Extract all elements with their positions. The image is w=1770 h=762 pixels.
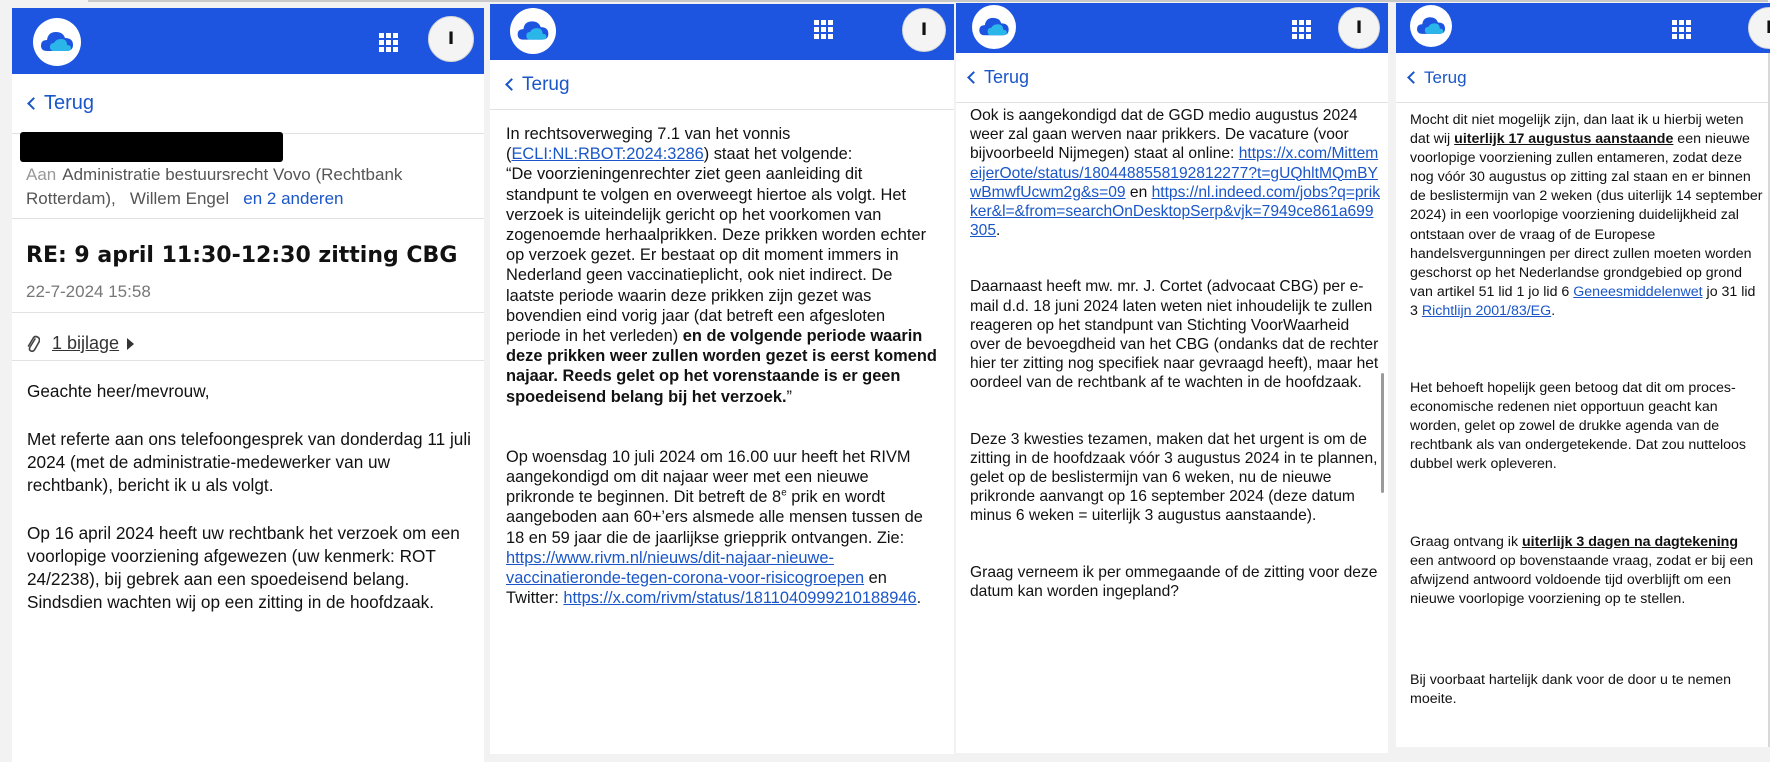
chevron-left-icon — [27, 97, 40, 110]
caret-right-icon — [127, 337, 135, 350]
avatar[interactable]: I — [428, 16, 474, 62]
back-label: Terug — [522, 73, 570, 95]
app-grid-icon[interactable] — [1292, 20, 1311, 39]
app-grid-icon[interactable] — [1672, 20, 1691, 39]
back-button[interactable]: Terug — [490, 60, 954, 110]
more-recipients-link[interactable]: en 2 anderen — [243, 189, 343, 208]
email-date: 22-7-2024 15:58 — [26, 282, 151, 301]
paragraph: Op 16 april 2024 heeft uw rechtbank het … — [27, 523, 460, 612]
paragraph: Mocht dit niet mogelijk zijn, dan laat i… — [1410, 111, 1764, 321]
text: ) staat het volgende: — [703, 145, 853, 164]
app-header: I — [12, 8, 484, 74]
back-button[interactable]: Terug — [956, 53, 1388, 103]
email-panel-2: I Terug In rechtsoverweging 7.1 van het … — [490, 4, 954, 754]
geneesmiddelenwet-link[interactable]: Geneesmiddelenwet — [1573, 284, 1702, 300]
cloud-logo-icon[interactable] — [972, 5, 1016, 49]
app-grid-icon[interactable] — [814, 20, 833, 39]
email-body: Mocht dit niet mogelijk zijn, dan laat i… — [1410, 111, 1764, 709]
text: ” — [786, 387, 793, 406]
quote-text: “De voorzieningenrechter ziet geen aanle… — [506, 165, 927, 346]
paragraph: Deze 3 kwesties tezamen, maken dat het u… — [970, 430, 1378, 525]
paragraph: Graag ontvang ik uiterlijk 3 dagen na da… — [1410, 533, 1764, 609]
scrollbar[interactable] — [1381, 373, 1384, 493]
email-body: In rechtsoverweging 7.1 van het vonnis (… — [506, 124, 938, 608]
back-label: Terug — [984, 67, 1030, 87]
cloud-logo-icon[interactable] — [510, 8, 556, 54]
email-subject: RE: 9 april 11:30-12:30 zitting CBG — [26, 243, 458, 268]
bold-deadline: uiterlijk 17 augustus aanstaande — [1454, 131, 1674, 148]
recipient-list: Aan Administratie bestuursrecht Vovo (Rec… — [26, 163, 476, 211]
cloud-logo-icon[interactable] — [33, 18, 81, 66]
chevron-left-icon — [1407, 71, 1420, 84]
attachment-label: 1 bijlage — [52, 333, 120, 353]
email-body: Ook is aangekondigd dat de GGD medio aug… — [970, 106, 1382, 601]
divider — [12, 360, 484, 361]
text: een antwoord op bovenstaande vraag, zoda… — [1410, 552, 1754, 607]
avatar[interactable]: I — [902, 8, 946, 52]
paperclip-icon — [27, 335, 40, 352]
text: . — [996, 222, 1001, 240]
ecli-link[interactable]: ECLI:NL:RBOT:2024:3286 — [511, 145, 703, 163]
divider — [12, 312, 484, 313]
paragraph: Op woensdag 10 juli 2024 om 16.00 uur he… — [506, 447, 938, 609]
greeting: Geachte heer/mevrouw, — [27, 381, 210, 401]
richtlijn-link[interactable]: Richtlijn 2001/83/EG — [1422, 303, 1551, 319]
app-grid-icon[interactable] — [379, 33, 398, 52]
paragraph: In rechtsoverweging 7.1 van het vonnis (… — [506, 124, 938, 407]
text: en — [1125, 183, 1152, 201]
window-top-border — [88, 0, 1768, 2]
back-button[interactable]: Terug — [12, 74, 484, 134]
paragraph: Ook is aangekondigd dat de GGD medio aug… — [970, 106, 1382, 240]
divider — [12, 218, 484, 219]
cloud-logo-icon[interactable] — [1410, 5, 1452, 47]
app-header: I — [1396, 3, 1770, 53]
text: . — [916, 589, 922, 608]
avatar[interactable]: I — [1748, 7, 1770, 49]
chevron-left-icon — [505, 78, 518, 91]
attachment-toggle[interactable]: 1 bijlage — [26, 333, 135, 354]
app-header: I — [956, 3, 1388, 53]
app-header: I — [490, 4, 954, 60]
twitter-link[interactable]: https://x.com/rivm/status/18110409992101… — [563, 589, 916, 607]
avatar[interactable]: I — [1338, 7, 1380, 49]
email-panel-3: I Terug Ook is aangekondigd dat de GGD m… — [956, 3, 1388, 753]
bold-deadline: uiterlijk 3 dagen na dagtekening — [1522, 533, 1739, 550]
paragraph: Het behoeft hopelijk geen betoog dat dit… — [1410, 380, 1746, 473]
paragraph: Met referte aan ons telefoongesprek van … — [27, 429, 471, 495]
email-panel-4: I Terug Mocht dit niet mogelijk zijn, da… — [1396, 3, 1770, 747]
back-label: Terug — [1424, 67, 1467, 87]
to-label: Aan — [26, 165, 57, 184]
recipient-2: Willem Engel — [129, 189, 230, 208]
back-button[interactable]: Terug — [1396, 53, 1770, 103]
back-label: Terug — [44, 92, 95, 114]
text: een nieuwe voorlopige voorziening zullen… — [1410, 131, 1763, 300]
text: . — [1551, 302, 1556, 319]
text: Graag ontvang ik — [1410, 533, 1522, 550]
paragraph: Graag verneem ik per ommegaande of de zi… — [970, 563, 1378, 600]
email-body: Geachte heer/mevrouw, Met referte aan on… — [27, 380, 477, 614]
paragraph: Daarnaast heeft mw. mr. J. Cortet (advoc… — [970, 278, 1379, 392]
chevron-left-icon — [967, 71, 980, 84]
redacted-sender — [20, 132, 283, 162]
email-panel-1: I Terug Aan Administratie bestuursrecht V… — [12, 8, 484, 762]
paragraph: Bij voorbaat hartelijk dank voor de door… — [1410, 671, 1731, 707]
rivm-link[interactable]: https://www.rivm.nl/nieuws/dit-najaar-ni… — [506, 549, 864, 587]
